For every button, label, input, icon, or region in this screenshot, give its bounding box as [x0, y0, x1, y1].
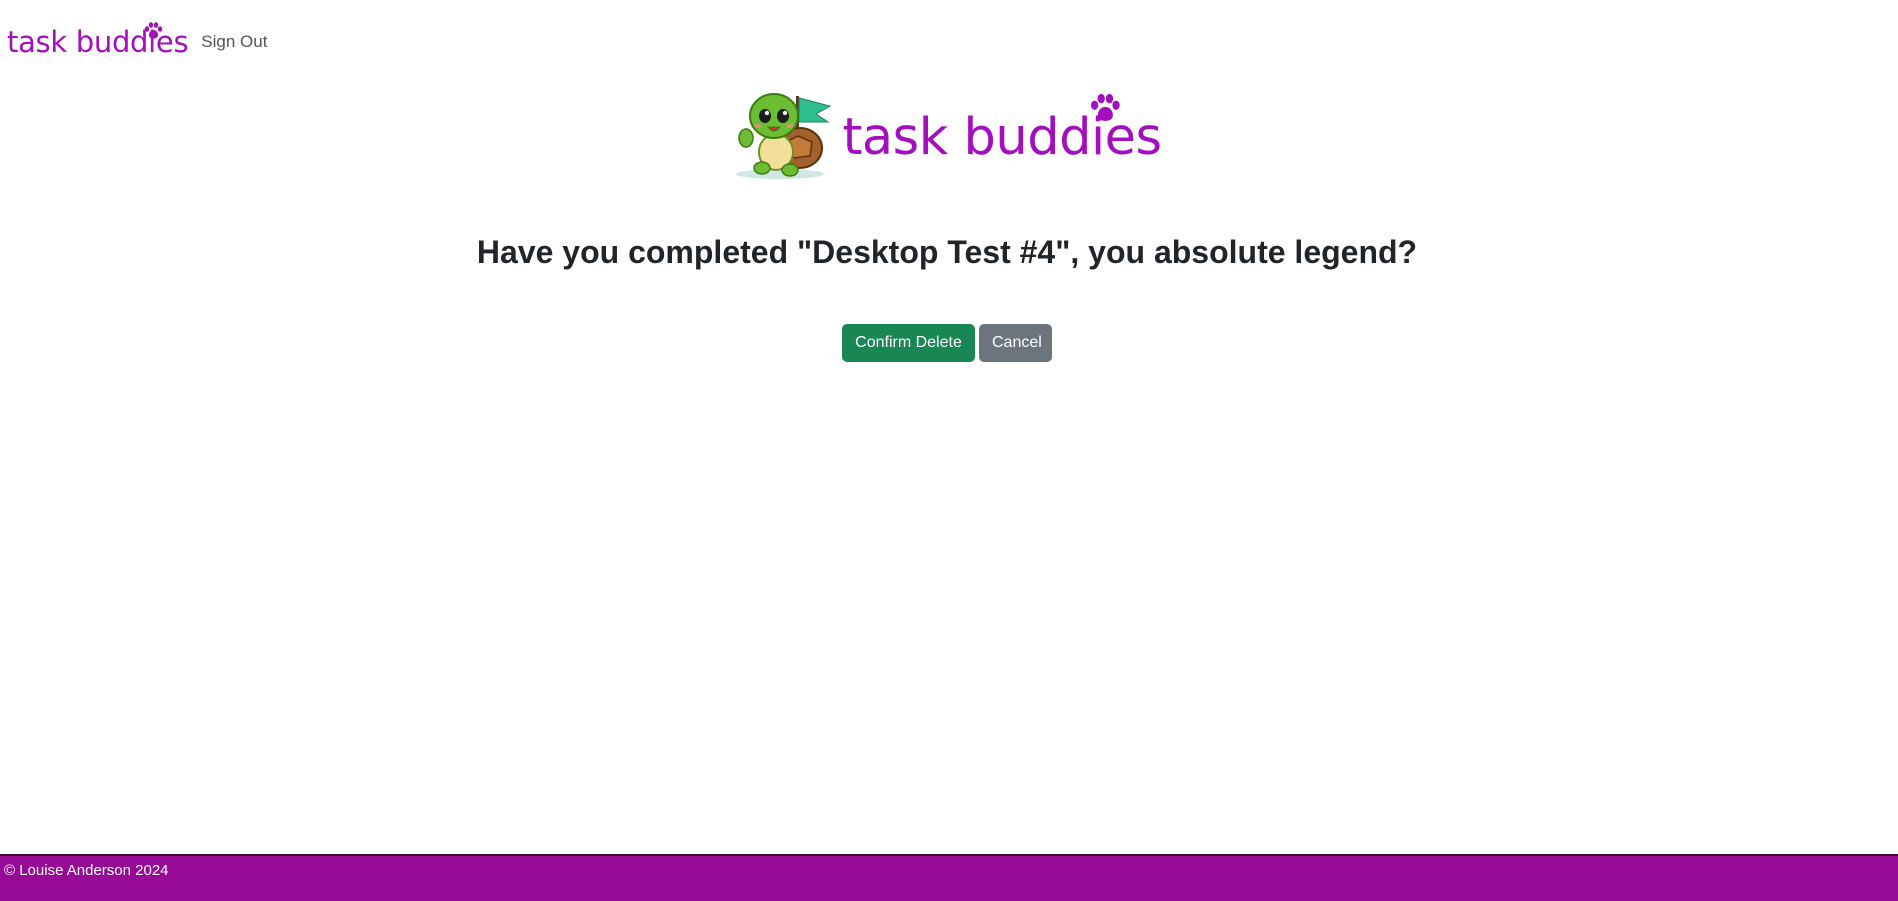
- cancel-button[interactable]: Cancel: [979, 324, 1052, 362]
- hero-logo: task buddies: [0, 86, 1898, 180]
- action-buttons: Confirm Delete Cancel: [0, 324, 1898, 362]
- paw-icon: [1090, 93, 1120, 121]
- nav-brand-link[interactable]: task buddies: [7, 18, 189, 66]
- footer: © Louise Anderson 2024: [0, 854, 1898, 901]
- hero-brand: task buddies: [842, 93, 1162, 178]
- navbar: task buddies Sign Out: [7, 18, 267, 66]
- paw-icon: [145, 22, 163, 39]
- sign-out-link[interactable]: Sign Out: [201, 18, 267, 66]
- page: task buddies Sign Out task buddies Have …: [0, 0, 1898, 901]
- turtle-mascot-icon: [736, 93, 832, 179]
- confirm-delete-button[interactable]: Confirm Delete: [842, 324, 975, 362]
- confirm-question: Have you completed "Desktop Test #4", yo…: [476, 234, 1418, 270]
- footer-copyright: © Louise Anderson 2024: [4, 862, 169, 879]
